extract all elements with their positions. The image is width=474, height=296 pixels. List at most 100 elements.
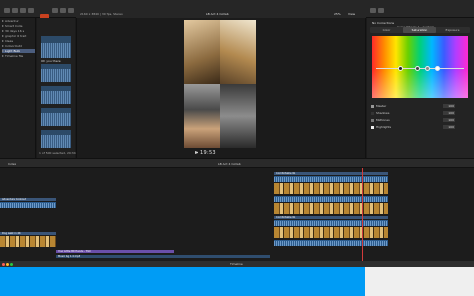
video-panel (184, 20, 220, 84)
play-icon[interactable] (195, 151, 198, 154)
clip-thumbnail[interactable] (41, 130, 71, 148)
shadows-puck[interactable] (398, 66, 403, 71)
row-label: Shadows (376, 111, 390, 115)
master-swatch (371, 104, 374, 108)
clip-appearance-icon[interactable] (60, 8, 66, 13)
share-icon[interactable] (378, 8, 384, 13)
row-value[interactable]: 100 (443, 125, 455, 129)
clip-label: Oh you there (41, 59, 61, 63)
video-frame[interactable] (184, 20, 256, 148)
zoom-level[interactable]: 25% (334, 12, 341, 16)
video-clip[interactable] (274, 183, 388, 194)
audio-clip[interactable] (274, 240, 388, 246)
window-title: Timeline (230, 262, 243, 266)
audio-clip[interactable] (274, 196, 388, 202)
audio-clip[interactable] (274, 176, 388, 182)
tab-exposure[interactable]: Exposure (436, 27, 469, 33)
row-value[interactable]: 100 (443, 104, 455, 108)
minimize-icon[interactable] (6, 263, 9, 266)
clip-title[interactable]: Dog walk in 4K (0, 232, 56, 235)
import-icon[interactable] (4, 8, 10, 13)
inspector-row-shadows: Shadows 100 (371, 110, 471, 116)
title-clip[interactable]: Your Little Bit Hands - Trim (56, 250, 174, 253)
inspector-row-master: Master 100 (371, 103, 471, 109)
sidebar-item-label: Timeline file (5, 54, 24, 58)
photos-icon[interactable] (28, 8, 34, 13)
sidebar-item-label: Ideas (5, 39, 14, 43)
sidebar-item-label: 30 days 16 s (5, 29, 25, 33)
row-value[interactable]: 100 (443, 118, 455, 122)
timeline-project-name: LB Act 4 Collab (218, 162, 241, 166)
sidebar-item-label: graphic 6 trait (5, 34, 27, 38)
clip-thumbnail[interactable] (41, 36, 71, 58)
clip-thumbnail[interactable] (41, 86, 71, 104)
midtones-swatch (371, 118, 374, 122)
blank-area (365, 267, 474, 296)
video-clip[interactable] (0, 236, 56, 247)
video-clip[interactable] (274, 203, 388, 214)
sidebar-item[interactable]: Ideas (2, 39, 35, 43)
sidebar-item-label: Adventur (5, 19, 19, 23)
row-value[interactable]: 100 (443, 111, 455, 115)
row-label: Midtones (376, 118, 390, 122)
keywords-icon[interactable] (12, 8, 18, 13)
zoom-icon[interactable] (10, 263, 13, 266)
clip-title[interactable]: Adventure Cookout (0, 198, 56, 201)
clip-title[interactable]: Comfortable lib (274, 172, 388, 175)
music-clip[interactable]: Music bg 1.4 mp3 (56, 255, 270, 258)
midtones-puck[interactable] (415, 66, 420, 71)
clip-title[interactable]: Comfortable lib (274, 216, 388, 219)
tab-color[interactable]: Color (370, 27, 403, 33)
timeline-header: Index LB Act 4 Collab (0, 158, 474, 168)
sidebar-item[interactable]: graphic 6 trait (2, 34, 35, 38)
close-icon[interactable] (2, 263, 5, 266)
search-icon[interactable] (68, 8, 74, 13)
inspector-row-midtones: Midtones 100 (371, 117, 471, 123)
video-panel (184, 84, 220, 148)
row-label: Master (376, 104, 387, 108)
timeline[interactable]: Comfortable lib Comfortable lib Adventur… (0, 168, 474, 261)
inspector-toggle-icon[interactable] (370, 8, 376, 13)
viewer-header: 2160 x 3840 | 30 fps, Stereo LB Act 4 Co… (76, 9, 366, 18)
library-sidebar: Adventur Smart Colle 30 days 16 s graphi… (0, 18, 36, 158)
clip-browser: Oh you there 1 of 500 selected, 29:34 (37, 18, 76, 158)
highlights-swatch (371, 125, 374, 129)
clip-thumbnail[interactable] (41, 108, 71, 126)
tab-saturation[interactable]: Saturation (403, 27, 436, 33)
color-board-axis (376, 68, 464, 69)
timecode: 19:53 (200, 150, 216, 156)
video-panel (220, 84, 256, 148)
audio-clip[interactable] (0, 202, 56, 208)
video-panel (220, 20, 256, 84)
master-puck[interactable] (425, 66, 430, 71)
row-label: Highlights (376, 125, 392, 129)
sidebar-item-label: IndoorOutd (5, 44, 22, 48)
libraries-icon[interactable] (20, 8, 26, 13)
inspector-row-highlights: Highlights 100 (371, 124, 471, 130)
sidebar-item-selected[interactable]: Light Bulb (2, 49, 35, 53)
color-board[interactable] (372, 36, 468, 98)
inspector-title: No Corrections (372, 21, 395, 25)
filter-icon[interactable] (52, 8, 58, 13)
format-label: 2160 x 3840 | 30 fps, Stereo (80, 12, 123, 16)
sidebar-item[interactable]: IndoorOutd (2, 44, 35, 48)
tab-label: Exposure (445, 28, 460, 32)
video-clip[interactable] (274, 227, 388, 238)
sidebar-item[interactable]: Timeline file (2, 54, 35, 58)
inspector-tabs: Color Saturation Exposure (370, 27, 470, 33)
playhead[interactable] (362, 168, 363, 261)
sidebar-item[interactable]: 30 days 16 s (2, 29, 35, 33)
tab-label: Color (382, 28, 391, 32)
sidebar-item[interactable]: Smart Colle (2, 24, 35, 28)
selection-status: 1 of 500 selected, 29:34 (39, 151, 76, 155)
clip-thumbnail[interactable] (41, 64, 71, 82)
highlights-puck[interactable] (435, 66, 440, 71)
project-name: LB Act 4 Collab (206, 12, 229, 16)
audio-clip[interactable] (274, 220, 388, 226)
tab-label: Saturation (411, 28, 428, 32)
accent-bar (0, 267, 365, 296)
sidebar-item-label: Light Bulb (5, 49, 21, 53)
index-button[interactable]: Index (8, 162, 16, 166)
view-menu[interactable]: View (348, 12, 355, 16)
sidebar-item[interactable]: Adventur (2, 19, 35, 23)
